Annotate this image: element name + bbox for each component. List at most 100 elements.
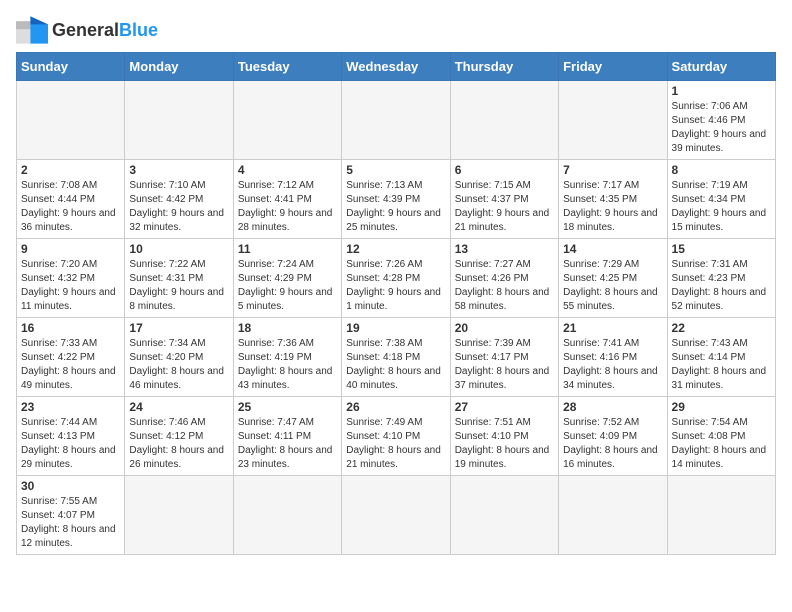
calendar-header-wednesday: Wednesday [342, 53, 450, 81]
day-number: 29 [672, 400, 771, 414]
day-number: 1 [672, 84, 771, 98]
generalblue-logo-icon [16, 16, 48, 44]
day-info: Sunrise: 7:31 AM Sunset: 4:23 PM Dayligh… [672, 258, 771, 314]
day-info: Sunrise: 7:17 AM Sunset: 4:35 PM Dayligh… [563, 179, 662, 235]
calendar-cell: 19 Sunrise: 7:38 AM Sunset: 4:18 PM Dayli… [342, 318, 450, 397]
calendar-cell: 22 Sunrise: 7:43 AM Sunset: 4:14 PM Dayli… [667, 318, 775, 397]
calendar-cell: 8 Sunrise: 7:19 AM Sunset: 4:34 PM Daylig… [667, 160, 775, 239]
calendar-cell: 25 Sunrise: 7:47 AM Sunset: 4:11 PM Dayli… [233, 397, 341, 476]
calendar: SundayMondayTuesdayWednesdayThursdayFrid… [16, 52, 776, 555]
day-number: 25 [238, 400, 337, 414]
calendar-cell: 12Sunrise: 7:26 AM Sunset: 4:28 PM Dayli… [342, 239, 450, 318]
day-number: 19 [346, 321, 445, 335]
calendar-cell: 1 Sunrise: 7:06 AM Sunset: 4:46 PM Daylig… [667, 81, 775, 160]
calendar-cell [450, 476, 558, 555]
day-number: 17 [129, 321, 228, 335]
calendar-cell: 11Sunrise: 7:24 AM Sunset: 4:29 PM Dayli… [233, 239, 341, 318]
calendar-cell: 16 Sunrise: 7:33 AM Sunset: 4:22 PM Dayli… [17, 318, 125, 397]
calendar-week-row: 16 Sunrise: 7:33 AM Sunset: 4:22 PM Dayli… [17, 318, 776, 397]
header: GeneralBlue [16, 16, 776, 44]
calendar-cell: 20Sunrise: 7:39 AM Sunset: 4:17 PM Dayli… [450, 318, 558, 397]
day-number: 28 [563, 400, 662, 414]
day-number: 13 [455, 242, 554, 256]
day-number: 3 [129, 163, 228, 177]
calendar-cell: 29Sunrise: 7:54 AM Sunset: 4:08 PM Dayli… [667, 397, 775, 476]
calendar-cell: 14Sunrise: 7:29 AM Sunset: 4:25 PM Dayli… [559, 239, 667, 318]
day-info: Sunrise: 7:08 AM Sunset: 4:44 PM Dayligh… [21, 179, 120, 235]
day-number: 9 [21, 242, 120, 256]
day-number: 26 [346, 400, 445, 414]
calendar-cell: 2 Sunrise: 7:08 AM Sunset: 4:44 PM Daylig… [17, 160, 125, 239]
day-info: Sunrise: 7:38 AM Sunset: 4:18 PM Dayligh… [346, 337, 445, 393]
day-info: Sunrise: 7:36 AM Sunset: 4:19 PM Dayligh… [238, 337, 337, 393]
logo: GeneralBlue [16, 16, 158, 44]
day-number: 21 [563, 321, 662, 335]
calendar-cell: 30 Sunrise: 7:55 AM Sunset: 4:07 PM Dayli… [17, 476, 125, 555]
day-number: 20 [455, 321, 554, 335]
day-number: 10 [129, 242, 228, 256]
day-number: 18 [238, 321, 337, 335]
calendar-cell: 9 Sunrise: 7:20 AM Sunset: 4:32 PM Daylig… [17, 239, 125, 318]
day-number: 30 [21, 479, 120, 493]
calendar-cell: 6 Sunrise: 7:15 AM Sunset: 4:37 PM Daylig… [450, 160, 558, 239]
day-info: Sunrise: 7:41 AM Sunset: 4:16 PM Dayligh… [563, 337, 662, 393]
calendar-week-row: 1 Sunrise: 7:06 AM Sunset: 4:46 PM Daylig… [17, 81, 776, 160]
day-info: Sunrise: 7:15 AM Sunset: 4:37 PM Dayligh… [455, 179, 554, 235]
day-info: Sunrise: 7:19 AM Sunset: 4:34 PM Dayligh… [672, 179, 771, 235]
calendar-cell: 23Sunrise: 7:44 AM Sunset: 4:13 PM Dayli… [17, 397, 125, 476]
calendar-week-row: 9 Sunrise: 7:20 AM Sunset: 4:32 PM Daylig… [17, 239, 776, 318]
calendar-cell [559, 81, 667, 160]
day-number: 15 [672, 242, 771, 256]
calendar-cell: 10Sunrise: 7:22 AM Sunset: 4:31 PM Dayli… [125, 239, 233, 318]
calendar-cell: 3Sunrise: 7:10 AM Sunset: 4:42 PM Daylig… [125, 160, 233, 239]
day-info: Sunrise: 7:26 AM Sunset: 4:28 PM Dayligh… [346, 258, 445, 314]
calendar-week-row: 2 Sunrise: 7:08 AM Sunset: 4:44 PM Daylig… [17, 160, 776, 239]
calendar-cell [233, 476, 341, 555]
calendar-cell: 15 Sunrise: 7:31 AM Sunset: 4:23 PM Dayli… [667, 239, 775, 318]
day-number: 11 [238, 242, 337, 256]
day-info: Sunrise: 7:34 AM Sunset: 4:20 PM Dayligh… [129, 337, 228, 393]
day-info: Sunrise: 7:33 AM Sunset: 4:22 PM Dayligh… [21, 337, 120, 393]
calendar-cell: 17 Sunrise: 7:34 AM Sunset: 4:20 PM Dayli… [125, 318, 233, 397]
calendar-header-monday: Monday [125, 53, 233, 81]
calendar-cell: 28 Sunrise: 7:52 AM Sunset: 4:09 PM Dayli… [559, 397, 667, 476]
calendar-cell [450, 81, 558, 160]
day-info: Sunrise: 7:55 AM Sunset: 4:07 PM Dayligh… [21, 495, 120, 551]
calendar-cell [233, 81, 341, 160]
calendar-week-row: 23Sunrise: 7:44 AM Sunset: 4:13 PM Dayli… [17, 397, 776, 476]
calendar-cell [342, 476, 450, 555]
day-number: 2 [21, 163, 120, 177]
calendar-cell [125, 476, 233, 555]
day-number: 14 [563, 242, 662, 256]
calendar-header-tuesday: Tuesday [233, 53, 341, 81]
calendar-cell: 21 Sunrise: 7:41 AM Sunset: 4:16 PM Dayli… [559, 318, 667, 397]
day-info: Sunrise: 7:47 AM Sunset: 4:11 PM Dayligh… [238, 416, 337, 472]
day-info: Sunrise: 7:13 AM Sunset: 4:39 PM Dayligh… [346, 179, 445, 235]
calendar-cell: 24 Sunrise: 7:46 AM Sunset: 4:12 PM Dayli… [125, 397, 233, 476]
calendar-cell: 5 Sunrise: 7:13 AM Sunset: 4:39 PM Daylig… [342, 160, 450, 239]
day-number: 5 [346, 163, 445, 177]
day-number: 22 [672, 321, 771, 335]
day-number: 4 [238, 163, 337, 177]
calendar-cell [342, 81, 450, 160]
day-number: 16 [21, 321, 120, 335]
calendar-cell: 7Sunrise: 7:17 AM Sunset: 4:35 PM Daylig… [559, 160, 667, 239]
day-number: 8 [672, 163, 771, 177]
calendar-cell [17, 81, 125, 160]
day-info: Sunrise: 7:52 AM Sunset: 4:09 PM Dayligh… [563, 416, 662, 472]
day-info: Sunrise: 7:20 AM Sunset: 4:32 PM Dayligh… [21, 258, 120, 314]
calendar-cell [559, 476, 667, 555]
calendar-header-row: SundayMondayTuesdayWednesdayThursdayFrid… [17, 53, 776, 81]
logo-general: General [52, 20, 119, 40]
day-info: Sunrise: 7:49 AM Sunset: 4:10 PM Dayligh… [346, 416, 445, 472]
day-number: 6 [455, 163, 554, 177]
calendar-week-row: 30 Sunrise: 7:55 AM Sunset: 4:07 PM Dayli… [17, 476, 776, 555]
calendar-cell [125, 81, 233, 160]
day-info: Sunrise: 7:46 AM Sunset: 4:12 PM Dayligh… [129, 416, 228, 472]
day-info: Sunrise: 7:44 AM Sunset: 4:13 PM Dayligh… [21, 416, 120, 472]
calendar-cell: 13Sunrise: 7:27 AM Sunset: 4:26 PM Dayli… [450, 239, 558, 318]
calendar-cell: 26 Sunrise: 7:49 AM Sunset: 4:10 PM Dayli… [342, 397, 450, 476]
day-number: 24 [129, 400, 228, 414]
day-info: Sunrise: 7:43 AM Sunset: 4:14 PM Dayligh… [672, 337, 771, 393]
day-info: Sunrise: 7:06 AM Sunset: 4:46 PM Dayligh… [672, 100, 771, 156]
